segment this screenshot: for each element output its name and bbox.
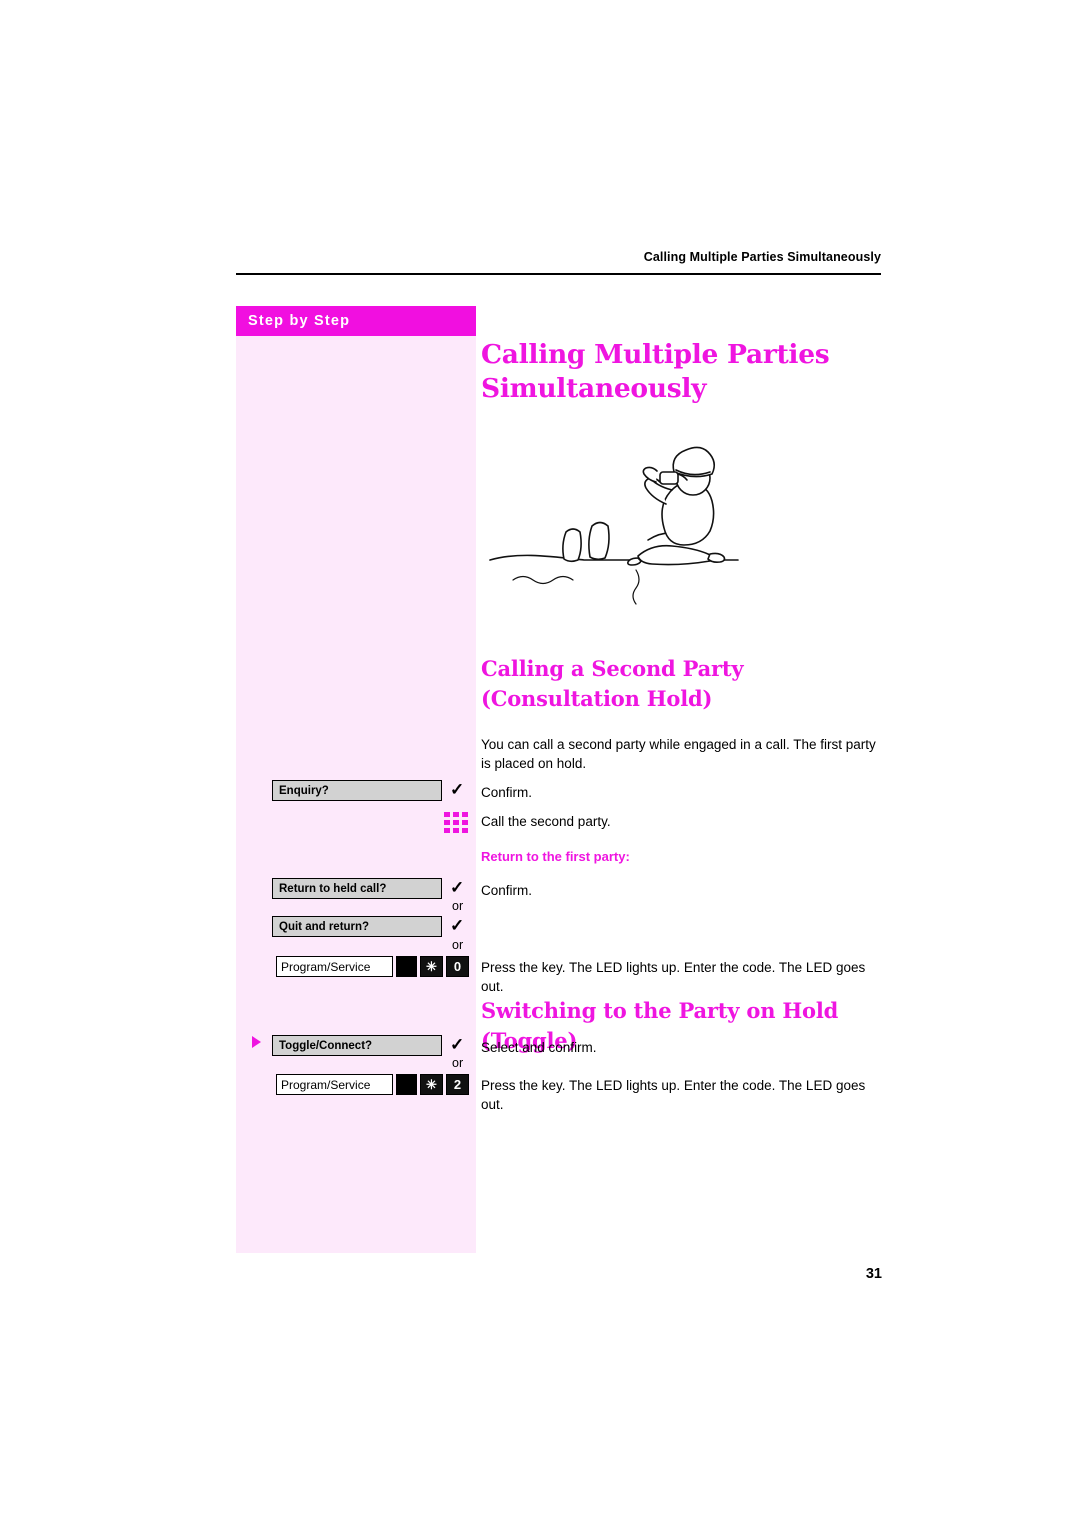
display-key-enquiry[interactable]: Enquiry? (272, 780, 442, 801)
header-divider (236, 273, 881, 275)
page-title: Calling Multiple Parties Simultaneously (481, 339, 830, 404)
star-key-2[interactable]: ✳ (420, 1074, 443, 1095)
led-indicator-2 (396, 1074, 417, 1095)
step-text-press-key-2: Press the key. The LED lights up. Enter … (481, 1078, 866, 1113)
led-indicator-1 (396, 956, 417, 977)
star-key-1[interactable]: ✳ (420, 956, 443, 977)
section-heading-consultation-hold: Calling a Second Party (Consultation Hol… (481, 656, 744, 712)
step-text-press-key-1: Press the key. The LED lights up. Enter … (481, 960, 866, 995)
or-label-2: or (452, 938, 464, 952)
program-service-key-1[interactable]: Program/Service (276, 956, 393, 977)
step-text-call-second-party: Call the second party. (481, 814, 611, 829)
section-intro-text: You can call a second party while engage… (481, 737, 876, 772)
running-head: Calling Multiple Parties Simultaneously (643, 250, 881, 264)
step-text-confirm-2: Confirm. (481, 883, 533, 898)
display-key-quit-and-return[interactable]: Quit and return? (272, 916, 442, 937)
or-label-1: or (452, 899, 464, 913)
keypad-icon[interactable] (444, 812, 468, 834)
page-number: 31 (865, 1266, 882, 1282)
display-key-return-to-held-call[interactable]: Return to held call? (272, 878, 442, 899)
program-service-key-2[interactable]: Program/Service (276, 1074, 393, 1095)
digit-key-0[interactable]: 0 (446, 956, 469, 977)
step-text-select-and-confirm: Select and confirm. (481, 1040, 597, 1055)
sidebar-title: Step by Step (236, 306, 476, 336)
digit-key-2[interactable]: 2 (446, 1074, 469, 1095)
confirm-check-icon-3: ✓ (450, 916, 465, 935)
confirm-check-icon-2: ✓ (450, 878, 465, 897)
step-text-confirm-1: Confirm. (481, 785, 533, 800)
display-key-toggle-connect[interactable]: Toggle/Connect? (272, 1035, 442, 1056)
note-return-to-first-party: Return to the first party: (481, 849, 630, 864)
or-label-3: or (452, 1056, 464, 1070)
confirm-check-icon: ✓ (450, 780, 465, 799)
confirm-check-icon-4: ✓ (450, 1035, 465, 1054)
illustration-person-with-binoculars (488, 420, 758, 630)
select-arrow-icon (252, 1036, 261, 1048)
